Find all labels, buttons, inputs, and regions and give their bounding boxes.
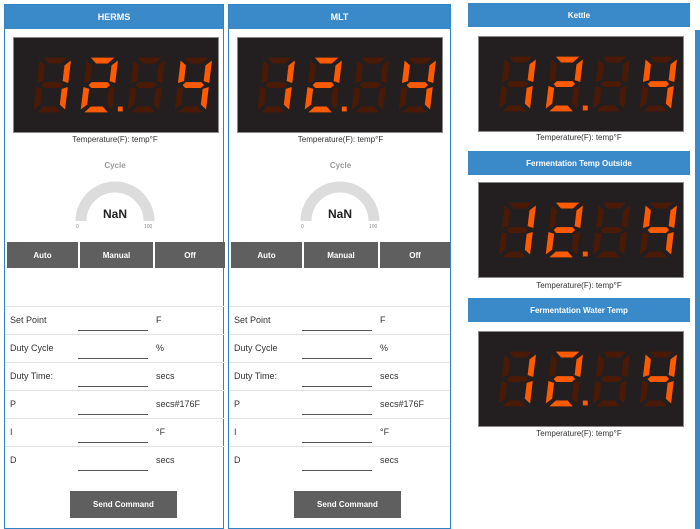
mlt-cycle-gauge: NaN 0 100 — [297, 177, 383, 233]
mlt-d-label: D — [234, 455, 241, 465]
herms-i-row: I °F — [5, 418, 225, 447]
herms-auto-button[interactable]: Auto — [7, 242, 78, 268]
herms-cycle-title: Cycle — [104, 161, 126, 170]
herms-cycle-max: 100 — [144, 224, 153, 230]
mlt-cycle-title: Cycle — [329, 161, 352, 170]
mlt-d-input[interactable] — [302, 449, 372, 471]
mlt-temp-caption: Temperature(F): temp°F — [297, 135, 384, 144]
fermentation-water-temp-caption: Temperature(F): temp°F — [536, 429, 622, 438]
herms-cycle-value: NaN — [102, 207, 127, 221]
herms-dutycycle-row: Duty Cycle% — [5, 334, 225, 363]
mlt-i-unit: °F — [380, 427, 390, 437]
mlt-manual-button[interactable]: Manual — [304, 242, 378, 268]
mlt-i-label: I — [234, 427, 237, 437]
herms-d-unit: secs — [156, 455, 175, 465]
herms-dutycycle-input[interactable] — [78, 337, 148, 359]
herms-temp-display — [13, 37, 219, 133]
mlt-dutycycle-label: Duty Cycle — [234, 343, 278, 353]
mlt-mode-buttons: Auto Manual Off — [231, 242, 450, 268]
herms-i-unit: °F — [156, 427, 166, 437]
herms-d-row: Dsecs — [5, 446, 225, 475]
herms-setpoint-label: Set Point — [10, 315, 47, 325]
herms-panel-title: HERMS — [5, 5, 223, 29]
herms-panel: HERMS Temperature(F): temp°F Cycle NaN 0… — [4, 4, 225, 529]
mlt-dutytime-label: Duty Time: — [234, 371, 278, 381]
mlt-d-row: Dsecs — [229, 446, 449, 475]
mlt-p-input[interactable] — [302, 393, 372, 415]
mlt-p-label: P — [234, 399, 241, 409]
mlt-cycle-value: NaN — [327, 207, 352, 221]
herms-dutycycle-unit: % — [156, 343, 165, 353]
mlt-setpoint-label: Set Point — [234, 315, 271, 325]
mlt-dutytime-unit: secs — [380, 371, 399, 381]
mlt-cycle-max: 100 — [369, 224, 378, 230]
herms-i-input[interactable] — [78, 421, 148, 443]
herms-off-button[interactable]: Off — [155, 242, 225, 268]
herms-dutytime-label: Duty Time: — [10, 371, 54, 381]
mlt-dutycycle-input[interactable] — [302, 337, 372, 359]
page-edge-bar — [695, 30, 700, 529]
fermentation-outside-temp-caption: Temperature(F): temp°F — [536, 281, 622, 290]
herms-setpoint-unit: F — [156, 315, 162, 325]
herms-dutytime-unit: secs — [156, 371, 175, 381]
herms-cycle-min: 0 — [76, 224, 79, 230]
mlt-dutycycle-row: Duty Cycle% — [229, 334, 449, 363]
mlt-temp-display — [237, 37, 443, 133]
kettle-temp-caption: Temperature(F): temp°F — [536, 133, 622, 142]
herms-i-label: I — [10, 427, 13, 437]
kettle-title: Kettle — [468, 3, 690, 27]
fermentation-water-title: Fermentation Water Temp — [468, 298, 690, 322]
mlt-p-unit: secs#176F — [380, 399, 425, 409]
mlt-send-command-button[interactable]: Send Command — [294, 491, 401, 518]
herms-p-unit: secs#176F — [156, 399, 201, 409]
mlt-setpoint-unit: F — [380, 315, 386, 325]
herms-send-command-button[interactable]: Send Command — [70, 491, 177, 518]
herms-setpoint-input[interactable] — [78, 309, 148, 331]
mlt-i-input[interactable] — [302, 421, 372, 443]
herms-cycle-gauge: NaN 0 100 — [72, 177, 158, 233]
herms-p-input[interactable] — [78, 393, 148, 415]
herms-temp-caption: Temperature(F): temp°F — [72, 135, 158, 144]
mlt-d-unit: secs — [380, 455, 399, 465]
herms-dutycycle-label: Duty Cycle — [10, 343, 54, 353]
fermentation-water-temp-display — [478, 331, 684, 427]
herms-dutytime-row: Duty Time: secs — [5, 362, 225, 391]
fermentation-outside-title: Fermentation Temp Outside — [468, 151, 690, 175]
herms-setpoint-row: Set Point F — [5, 306, 225, 335]
mlt-auto-button[interactable]: Auto — [231, 242, 302, 268]
kettle-temp-display — [478, 36, 684, 132]
mlt-setpoint-row: Set Point F — [229, 306, 449, 335]
herms-manual-button[interactable]: Manual — [80, 242, 153, 268]
mlt-dutycycle-unit: % — [380, 343, 389, 353]
herms-p-row: Psecs#176F — [5, 390, 225, 419]
mlt-setpoint-input[interactable] — [302, 309, 372, 331]
mlt-i-row: I °F — [229, 418, 449, 447]
herms-p-label: P — [10, 399, 17, 409]
mlt-panel: MLT Temperature(F): temp°F Cycle NaN 0 1… — [228, 4, 451, 529]
herms-d-input[interactable] — [78, 449, 148, 471]
fermentation-outside-temp-display — [478, 182, 684, 278]
mlt-dutytime-row: Duty Time: secs — [229, 362, 449, 391]
herms-d-label: D — [10, 455, 17, 465]
herms-mode-buttons: Auto Manual Off — [7, 242, 225, 268]
mlt-p-row: Psecs#176F — [229, 390, 449, 419]
mlt-cycle-min: 0 — [301, 224, 304, 230]
herms-dutytime-input[interactable] — [78, 365, 148, 387]
mlt-panel-title: MLT — [229, 5, 450, 29]
mlt-dutytime-input[interactable] — [302, 365, 372, 387]
mlt-off-button[interactable]: Off — [380, 242, 450, 268]
